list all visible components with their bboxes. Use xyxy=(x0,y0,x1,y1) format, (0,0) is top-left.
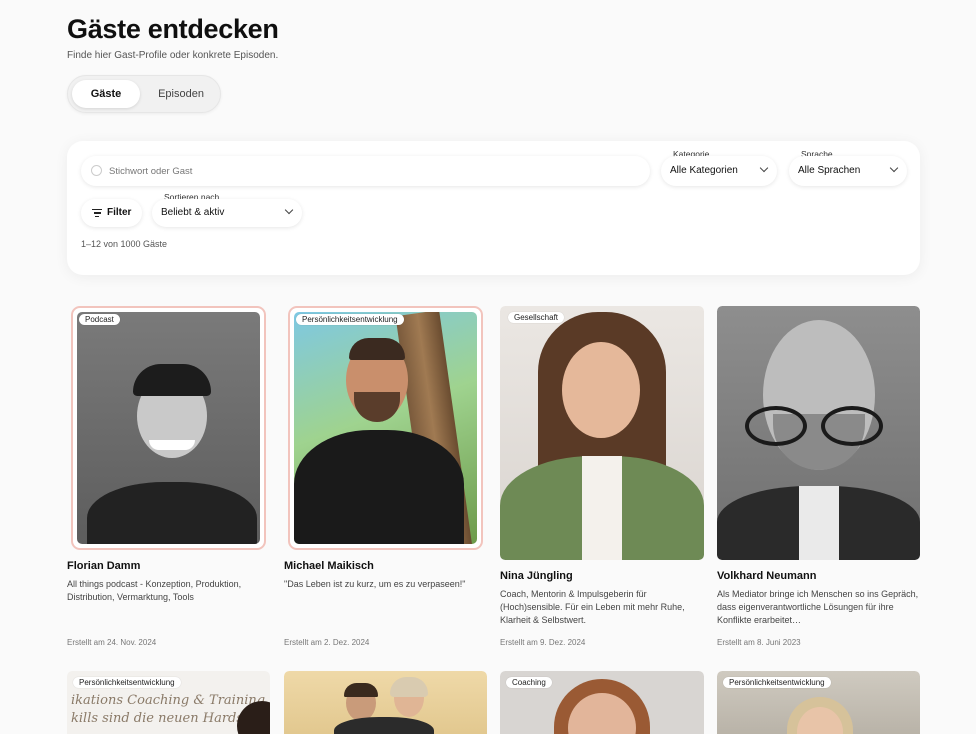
guest-name[interactable]: Michael Maikisch xyxy=(284,560,374,572)
guest-photo xyxy=(717,306,920,560)
sort-select-value: Beliebt & aktiv xyxy=(161,207,225,218)
filter-panel: Kategorie Alle Kategorien Sprache Alle S… xyxy=(67,141,920,275)
category-badge: Podcast xyxy=(79,314,120,325)
result-count: 1–12 von 1000 Gäste xyxy=(81,239,168,249)
guest-name[interactable]: Volkhard Neumann xyxy=(717,570,816,582)
chevron-down-icon xyxy=(889,163,899,173)
category-badge: Persönlichkeitsentwicklung xyxy=(73,677,181,688)
guest-photo-frame[interactable] xyxy=(717,306,920,560)
search-input[interactable] xyxy=(109,156,639,186)
guest-created-date: Erstellt am 24. Nov. 2024 xyxy=(67,638,157,647)
tab-episoden[interactable]: Episoden xyxy=(144,80,218,108)
guest-description: Als Mediator bringe ich Menschen so ins … xyxy=(717,589,919,625)
guest-name[interactable]: Nina Jüngling xyxy=(500,570,573,582)
guest-photo xyxy=(500,306,704,560)
guest-created-date: Erstellt am 8. Juni 2023 xyxy=(717,638,801,647)
language-select-value: Alle Sprachen xyxy=(798,165,861,176)
guest-created-date: Erstellt am 9. Dez. 2024 xyxy=(500,638,586,647)
filter-button[interactable]: Filter xyxy=(81,199,142,227)
category-badge: Persönlichkeitsentwicklung xyxy=(723,677,831,688)
page-title: Gäste entdecken xyxy=(67,14,279,44)
search-icon xyxy=(91,165,102,176)
image-text: ikations Coaching & Training xyxy=(71,693,266,708)
guest-name[interactable]: Florian Damm xyxy=(67,560,140,572)
guest-photo-frame[interactable]: ikations Coaching & Training kills sind … xyxy=(67,671,270,734)
guest-photo xyxy=(284,671,487,734)
view-tabs: Gäste Episoden xyxy=(67,75,221,113)
sort-select[interactable]: Beliebt & aktiv xyxy=(152,199,302,227)
search-bar[interactable] xyxy=(81,156,650,186)
page-subtitle: Finde hier Gast-Profile oder konkrete Ep… xyxy=(67,50,279,61)
guest-photo-frame[interactable]: Gesellschaft xyxy=(500,306,704,560)
guest-description: Coach, Mentorin & Impulsgeberin für (Hoc… xyxy=(500,589,685,625)
language-select[interactable]: Alle Sprachen xyxy=(789,156,907,186)
category-badge: Persönlichkeitsentwicklung xyxy=(296,314,404,325)
guest-description: "Das Leben ist zu kurz, um es zu verpase… xyxy=(284,579,466,589)
category-badge: Coaching xyxy=(506,677,552,688)
guest-photo-frame[interactable]: Persönlichkeitsentwicklung xyxy=(717,671,920,734)
category-select-value: Alle Kategorien xyxy=(670,165,738,176)
guest-photo xyxy=(77,312,260,544)
tab-gaeste[interactable]: Gäste xyxy=(72,80,140,108)
guest-created-date: Erstellt am 2. Dez. 2024 xyxy=(284,638,370,647)
guest-photo xyxy=(294,312,477,544)
category-badge: Gesellschaft xyxy=(508,312,565,323)
guest-photo-frame[interactable] xyxy=(284,671,487,734)
chevron-down-icon xyxy=(284,205,294,215)
category-select[interactable]: Alle Kategorien xyxy=(661,156,777,186)
guest-photo-frame[interactable]: Podcast xyxy=(71,306,266,550)
filter-icon xyxy=(92,209,102,217)
guest-photo-frame[interactable]: Persönlichkeitsentwicklung xyxy=(288,306,483,550)
filter-button-label: Filter xyxy=(107,207,132,218)
guest-photo-frame[interactable]: Coaching xyxy=(500,671,704,734)
guest-description: All things podcast - Konzeption, Produkt… xyxy=(67,579,242,602)
chevron-down-icon xyxy=(759,163,769,173)
